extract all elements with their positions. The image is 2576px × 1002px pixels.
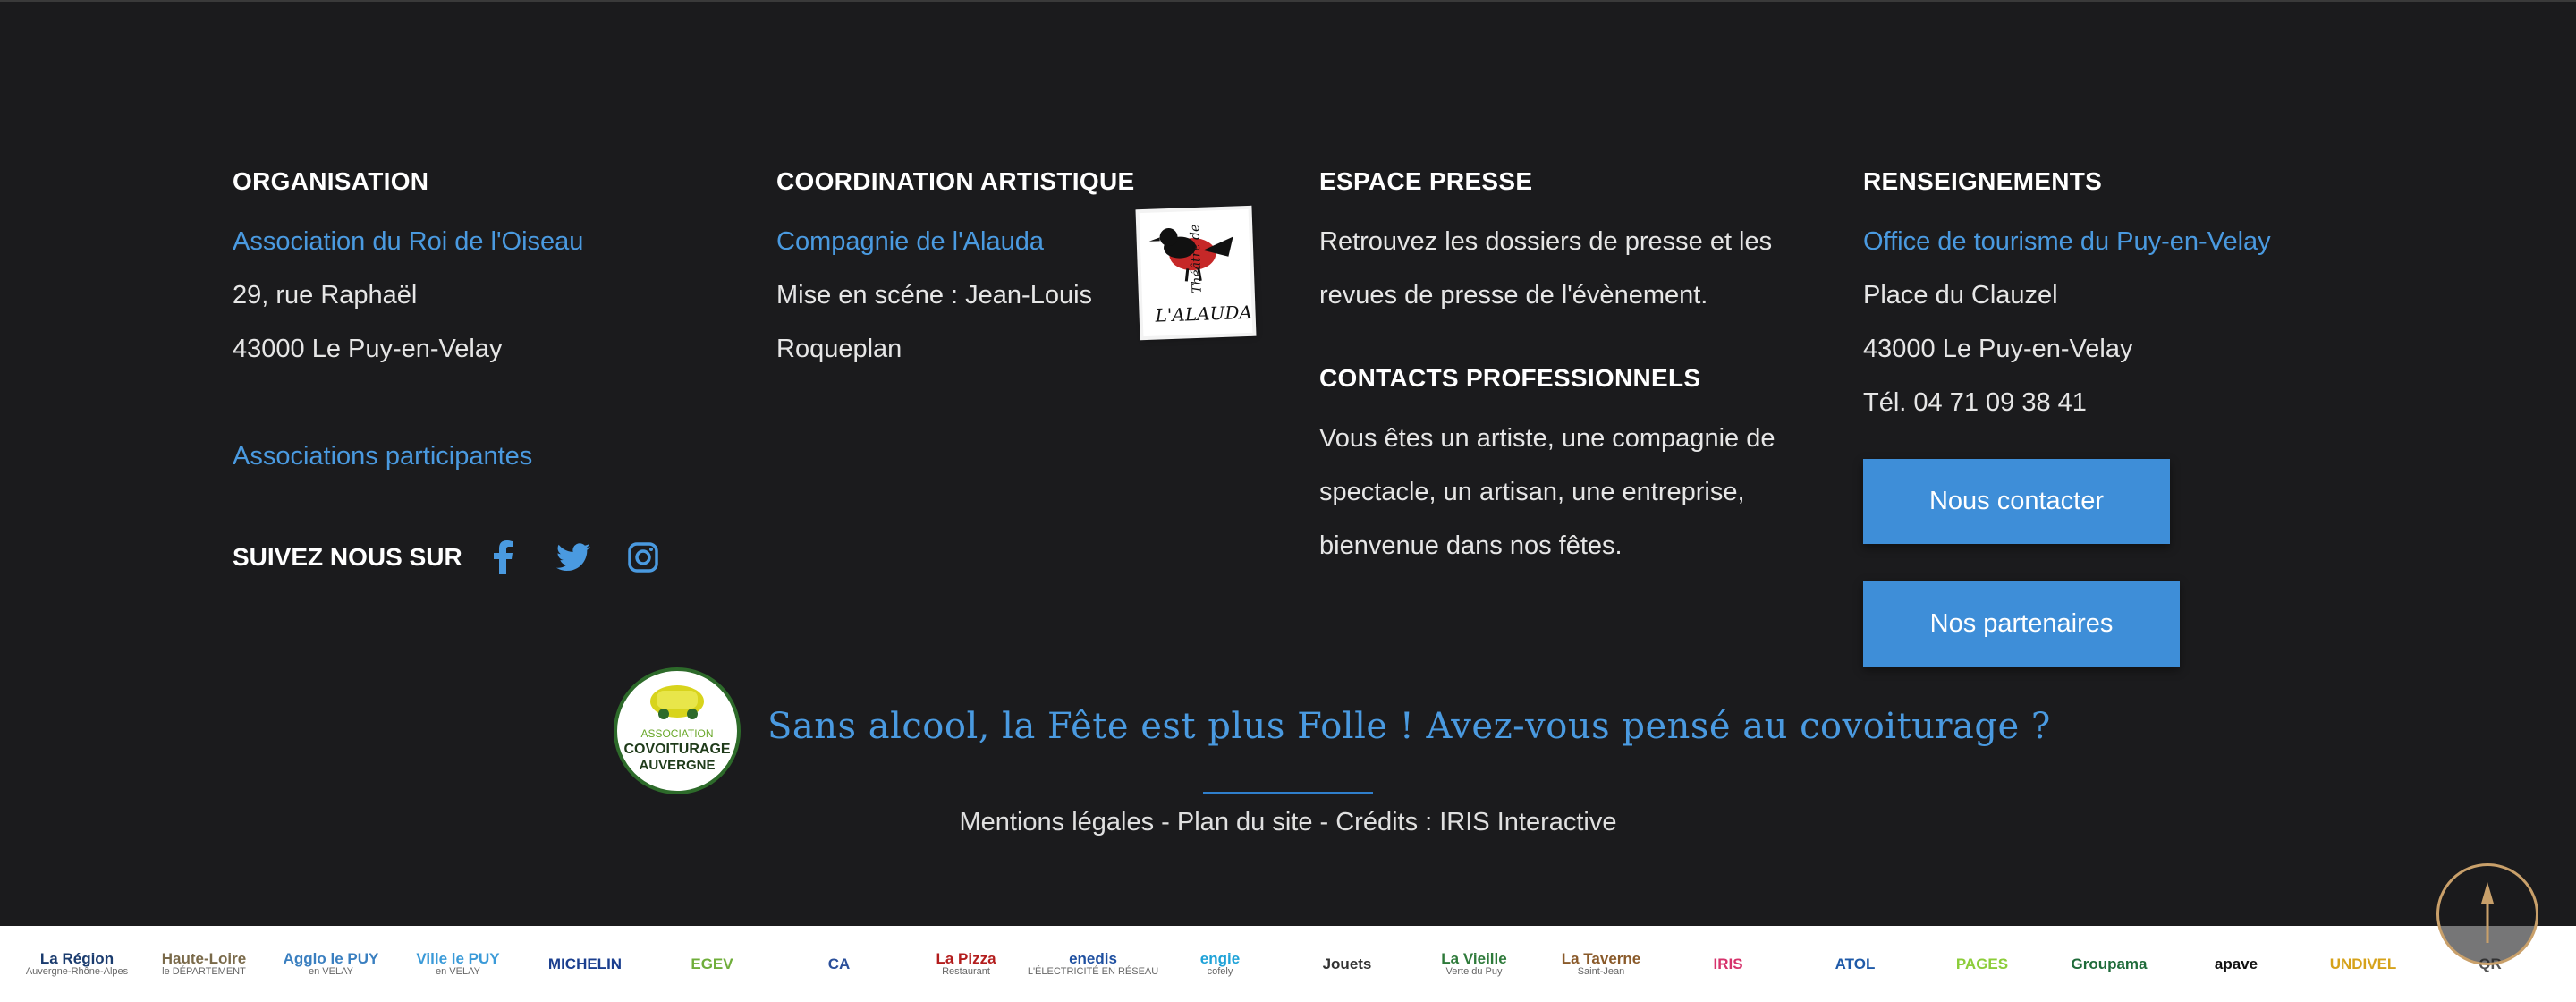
press-text-line2: revues de presse de l'évènement.: [1319, 281, 1708, 310]
contacts-text-line2: spectacle, un artisan, une entreprise,: [1319, 478, 1745, 506]
partner-logo[interactable]: La Région Auvergne-Rhône-Alpes: [18, 942, 136, 987]
partner-name: Agglo le PUY: [283, 950, 379, 968]
social-label: SUIVEZ NOUS SUR: [233, 543, 462, 571]
partner-logo[interactable]: CA: [780, 942, 898, 987]
contacts-text-line1: Vous êtes un artiste, une compagnie de: [1319, 424, 1775, 453]
partner-subtitle: en VELAY: [309, 966, 353, 978]
partner-logo[interactable]: EGEV: [653, 942, 771, 987]
info-phone: Tél. 04 71 09 38 41: [1863, 388, 2087, 417]
partner-subtitle: Saint-Jean: [1577, 966, 1625, 978]
covoiturage-badge-line3: AUVERGNE: [639, 758, 715, 773]
covoiturage-badge-line2: COVOITURAGE: [623, 742, 730, 757]
info-column: RENSEIGNEMENTS Office de tourisme du Puy…: [1863, 161, 2364, 429]
info-heading: RENSEIGNEMENTS: [1863, 167, 2103, 195]
organisation-address-line2: 43000 Le Puy-en-Velay: [233, 335, 503, 363]
partner-name: UNDIVEL: [2329, 955, 2397, 973]
organisation-address-line1: 29, rue Raphaël: [233, 281, 418, 310]
partner-subtitle: Restaurant: [942, 966, 990, 978]
partner-subtitle: Verte du Puy: [1445, 966, 1503, 978]
partner-logo[interactable]: Haute-Loire le DÉPARTEMENT: [145, 942, 263, 987]
partner-logo[interactable]: PAGES: [1923, 942, 2041, 987]
partner-name: La Taverne: [1561, 950, 1641, 968]
partner-name: EGEV: [691, 955, 733, 973]
tourism-office-link[interactable]: Office de tourisme du Puy-en-Velay: [1863, 215, 2364, 268]
covoiturage-badge[interactable]: ASSOCIATION COVOITURAGE AUVERGNE: [614, 667, 741, 794]
participants-link[interactable]: Associations participantes: [233, 429, 733, 483]
partner-logo[interactable]: ATOL: [1796, 942, 1914, 987]
partner-name: MICHELIN: [547, 955, 623, 973]
social-follow: SUIVEZ NOUS SUR: [233, 537, 695, 578]
covoiturage-badge-line1: ASSOCIATION: [640, 727, 713, 740]
contacts-heading: CONTACTS PROFESSIONNELS: [1319, 364, 1701, 392]
contacts-text-line3: bienvenue dans nos fêtes.: [1319, 531, 1623, 560]
partner-logo[interactable]: UNDIVEL: [2304, 942, 2422, 987]
partner-name: Ville le PUY: [416, 950, 500, 968]
partner-logo[interactable]: La Taverne Saint-Jean: [1542, 942, 1660, 987]
partner-name: Jouets: [1322, 955, 1372, 973]
partner-logo[interactable]: IRIS: [1669, 942, 1787, 987]
scroll-top-button[interactable]: [2436, 863, 2538, 965]
alauda-logo: Théâtre de L'ALAUDA: [1139, 208, 1253, 337]
organisation-heading: ORGANISATION: [233, 167, 429, 195]
partner-logo[interactable]: apave: [2177, 942, 2295, 987]
contact-button[interactable]: Nous contacter: [1863, 459, 2170, 544]
covoiturage-tagline: Sans alcool, la Fête est plus Folle ! Av…: [767, 706, 2051, 747]
footer-divider: [1203, 792, 1373, 794]
twitter-icon[interactable]: [555, 539, 591, 575]
partner-name: IRIS: [1713, 955, 1743, 973]
partner-logo[interactable]: Agglo le PUY en VELAY: [272, 942, 390, 987]
partner-logo[interactable]: Groupama: [2050, 942, 2168, 987]
partner-logo[interactable]: engie cofely: [1161, 942, 1279, 987]
organisation-column: ORGANISATION Association du Roi de l'Ois…: [233, 161, 733, 483]
press-heading: ESPACE PRESSE: [1319, 167, 1533, 195]
partner-name: apave: [2214, 955, 2258, 973]
partner-name: Haute-Loire: [161, 950, 247, 968]
press-column: ESPACE PRESSE Retrouvez les dossiers de …: [1319, 161, 1820, 573]
partner-logo[interactable]: Jouets: [1288, 942, 1406, 987]
partner-subtitle: L'ÉLECTRICITÉ EN RÉSEAU: [1027, 966, 1159, 978]
partner-subtitle: en VELAY: [436, 966, 480, 978]
alauda-logo-text1: Théâtre de: [1188, 224, 1205, 293]
partner-name: La Pizza: [936, 950, 996, 968]
press-text-line1: Retrouvez les dossiers de presse et les: [1319, 227, 1773, 256]
coordination-heading: COORDINATION ARTISTIQUE: [776, 167, 1135, 195]
arrow-up-icon: [2481, 882, 2494, 943]
organisation-link[interactable]: Association du Roi de l'Oiseau: [233, 215, 733, 268]
partner-name: La Vieille: [1441, 950, 1507, 968]
partner-subtitle: cofely: [1207, 966, 1233, 978]
legal-links[interactable]: Mentions légales - Plan du site - Crédit…: [0, 801, 2576, 844]
partner-name: ATOL: [1835, 955, 1876, 973]
partner-name: PAGES: [1955, 955, 2009, 973]
partner-name: enedis: [1069, 950, 1117, 968]
partner-logo[interactable]: MICHELIN: [526, 942, 644, 987]
partner-logo[interactable]: enedis L'ÉLECTRICITÉ EN RÉSEAU: [1028, 942, 1158, 987]
partner-name: Groupama: [2071, 955, 2148, 973]
partner-name: engie: [1199, 950, 1241, 968]
site-footer: ORGANISATION Association du Roi de l'Ois…: [0, 0, 2576, 926]
facebook-icon[interactable]: [486, 539, 521, 575]
partner-logo[interactable]: La Pizza Restaurant: [907, 942, 1025, 987]
partner-name: CA: [827, 955, 851, 973]
instagram-icon[interactable]: [625, 539, 661, 575]
partner-subtitle: le DÉPARTEMENT: [162, 966, 246, 978]
partners-button[interactable]: Nos partenaires: [1863, 581, 2180, 667]
partner-logo[interactable]: Ville le PUY en VELAY: [399, 942, 517, 987]
partner-subtitle: Auvergne-Rhône-Alpes: [25, 966, 129, 978]
info-address-line1: Place du Clauzel: [1863, 281, 2058, 310]
partner-name: La Région: [39, 950, 114, 968]
info-address-line2: 43000 Le Puy-en-Velay: [1863, 335, 2133, 363]
partner-logo[interactable]: La Vieille Verte du Puy: [1415, 942, 1533, 987]
partners-strip: La Région Auvergne-Rhône-Alpes Haute-Loire…: [0, 926, 2576, 1002]
alauda-logo-text2: L'ALAUDA: [1154, 301, 1252, 327]
